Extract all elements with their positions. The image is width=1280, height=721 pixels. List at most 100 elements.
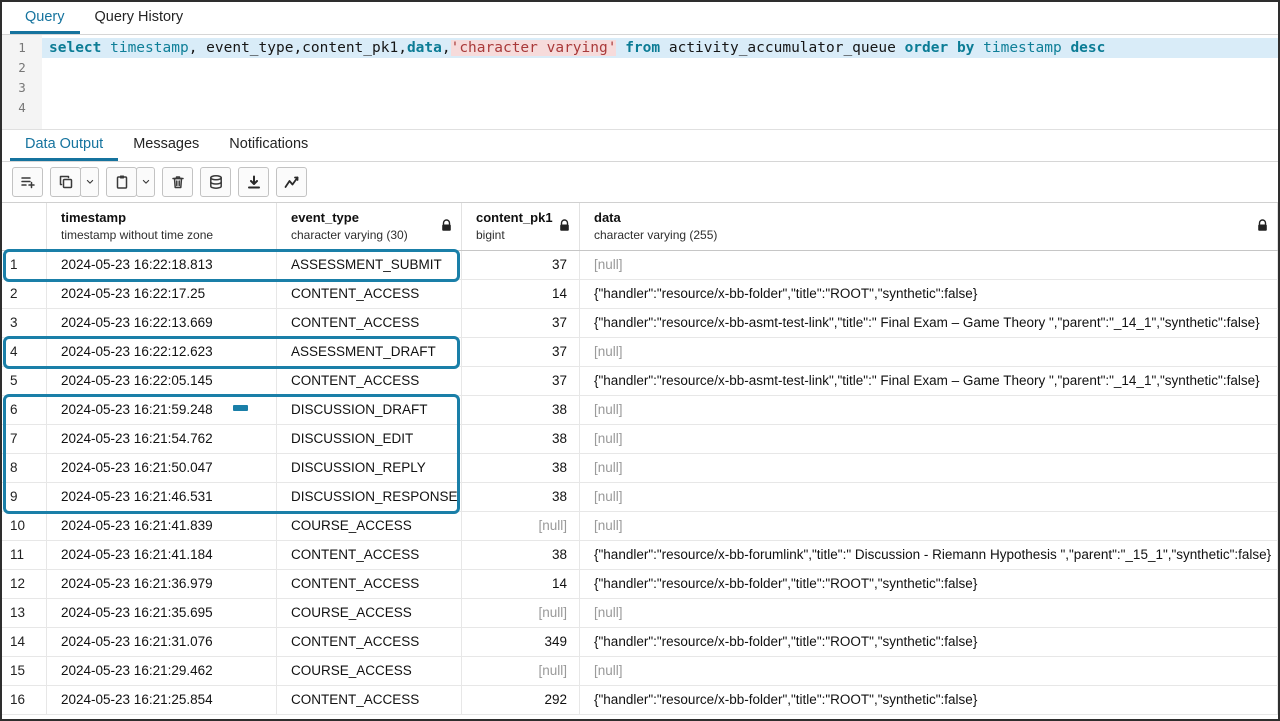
paste-button[interactable] — [106, 167, 137, 197]
tab-query[interactable]: Query — [10, 2, 80, 34]
data-cell[interactable]: [null] — [580, 338, 1278, 366]
row-number-cell[interactable]: 8 — [2, 454, 47, 482]
data-cell[interactable]: [null] — [580, 657, 1278, 685]
copy-button[interactable] — [50, 167, 81, 197]
content-pk1-cell[interactable]: 37 — [462, 251, 580, 279]
copy-options-button[interactable] — [80, 167, 99, 197]
content-pk1-cell[interactable]: [null] — [462, 657, 580, 685]
timestamp-cell[interactable]: 2024-05-23 16:21:59.248 — [47, 396, 277, 424]
sql-line-2[interactable] — [42, 58, 1278, 78]
paste-options-button[interactable] — [136, 167, 155, 197]
data-cell[interactable]: [null] — [580, 483, 1278, 511]
content-pk1-cell[interactable]: 14 — [462, 280, 580, 308]
editor-code[interactable]: select timestamp, event_type,content_pk1… — [42, 35, 1278, 129]
content-pk1-cell[interactable]: 38 — [462, 541, 580, 569]
timestamp-cell[interactable]: 2024-05-23 16:22:17.25 — [47, 280, 277, 308]
row-number-cell[interactable]: 14 — [2, 628, 47, 656]
timestamp-cell[interactable]: 2024-05-23 16:21:29.462 — [47, 657, 277, 685]
content-pk1-cell[interactable]: 38 — [462, 425, 580, 453]
timestamp-cell[interactable]: 2024-05-23 16:21:35.695 — [47, 599, 277, 627]
timestamp-cell[interactable]: 2024-05-23 16:22:18.813 — [47, 251, 277, 279]
graph-visualiser-button[interactable] — [276, 167, 307, 197]
add-row-button[interactable] — [12, 167, 43, 197]
timestamp-cell[interactable]: 2024-05-23 16:21:54.762 — [47, 425, 277, 453]
tab-notifications[interactable]: Notifications — [214, 130, 323, 161]
event-type-cell[interactable]: CONTENT_ACCESS — [277, 570, 462, 598]
download-button[interactable] — [238, 167, 269, 197]
column-header-timestamp[interactable]: timestamptimestamp without time zone — [47, 203, 277, 250]
content-pk1-cell[interactable]: 38 — [462, 396, 580, 424]
data-cell[interactable]: {"handler":"resource/x-bb-folder","title… — [580, 686, 1278, 714]
tab-data-output[interactable]: Data Output — [10, 130, 118, 161]
timestamp-cell[interactable]: 2024-05-23 16:21:41.184 — [47, 541, 277, 569]
tab-messages[interactable]: Messages — [118, 130, 214, 161]
event-type-cell[interactable]: ASSESSMENT_DRAFT — [277, 338, 462, 366]
row-number-cell[interactable]: 15 — [2, 657, 47, 685]
column-header-data[interactable]: datacharacter varying (255) — [580, 203, 1278, 250]
row-number-cell[interactable]: 12 — [2, 570, 47, 598]
event-type-cell[interactable]: DISCUSSION_EDIT — [277, 425, 462, 453]
content-pk1-cell[interactable]: 14 — [462, 570, 580, 598]
event-type-cell[interactable]: CONTENT_ACCESS — [277, 280, 462, 308]
content-pk1-cell[interactable]: 292 — [462, 686, 580, 714]
content-pk1-cell[interactable]: [null] — [462, 512, 580, 540]
row-number-cell[interactable]: 7 — [2, 425, 47, 453]
event-type-cell[interactable]: COURSE_ACCESS — [277, 599, 462, 627]
row-number-cell[interactable]: 13 — [2, 599, 47, 627]
timestamp-cell[interactable]: 2024-05-23 16:22:12.623 — [47, 338, 277, 366]
data-cell[interactable]: {"handler":"resource/x-bb-asmt-test-link… — [580, 367, 1278, 395]
data-cell[interactable]: [null] — [580, 512, 1278, 540]
timestamp-cell[interactable]: 2024-05-23 16:21:25.854 — [47, 686, 277, 714]
row-number-cell[interactable]: 9 — [2, 483, 47, 511]
content-pk1-cell[interactable]: 37 — [462, 309, 580, 337]
data-cell[interactable]: [null] — [580, 396, 1278, 424]
event-type-cell[interactable]: ASSESSMENT_SUBMIT — [277, 251, 462, 279]
event-type-cell[interactable]: COURSE_ACCESS — [277, 657, 462, 685]
data-cell[interactable]: [null] — [580, 454, 1278, 482]
column-header-event_type[interactable]: event_typecharacter varying (30) — [277, 203, 462, 250]
timestamp-cell[interactable]: 2024-05-23 16:21:31.076 — [47, 628, 277, 656]
data-cell[interactable]: {"handler":"resource/x-bb-folder","title… — [580, 280, 1278, 308]
event-type-cell[interactable]: CONTENT_ACCESS — [277, 686, 462, 714]
row-number-cell[interactable]: 6 — [2, 396, 47, 424]
row-number-cell[interactable]: 16 — [2, 686, 47, 714]
timestamp-cell[interactable]: 2024-05-23 16:21:41.839 — [47, 512, 277, 540]
content-pk1-cell[interactable]: 38 — [462, 454, 580, 482]
content-pk1-cell[interactable]: 349 — [462, 628, 580, 656]
row-number-cell[interactable]: 11 — [2, 541, 47, 569]
event-type-cell[interactable]: DISCUSSION_RESPONSE — [277, 483, 462, 511]
content-pk1-cell[interactable]: 37 — [462, 367, 580, 395]
data-cell[interactable]: [null] — [580, 251, 1278, 279]
row-number-cell[interactable]: 3 — [2, 309, 47, 337]
delete-button[interactable] — [162, 167, 193, 197]
sql-line-1[interactable]: select timestamp, event_type,content_pk1… — [42, 38, 1278, 58]
tab-query-history[interactable]: Query History — [80, 2, 199, 34]
timestamp-cell[interactable]: 2024-05-23 16:22:05.145 — [47, 367, 277, 395]
data-cell[interactable]: [null] — [580, 599, 1278, 627]
event-type-cell[interactable]: CONTENT_ACCESS — [277, 309, 462, 337]
event-type-cell[interactable]: COURSE_ACCESS — [277, 512, 462, 540]
row-number-cell[interactable]: 4 — [2, 338, 47, 366]
row-number-cell[interactable]: 1 — [2, 251, 47, 279]
data-cell[interactable]: {"handler":"resource/x-bb-folder","title… — [580, 628, 1278, 656]
event-type-cell[interactable]: DISCUSSION_DRAFT — [277, 396, 462, 424]
column-header-content_pk1[interactable]: content_pk1bigint — [462, 203, 580, 250]
sql-line-3[interactable] — [42, 78, 1278, 98]
timestamp-cell[interactable]: 2024-05-23 16:21:50.047 — [47, 454, 277, 482]
timestamp-cell[interactable]: 2024-05-23 16:21:36.979 — [47, 570, 277, 598]
event-type-cell[interactable]: CONTENT_ACCESS — [277, 541, 462, 569]
event-type-cell[interactable]: DISCUSSION_REPLY — [277, 454, 462, 482]
row-number-cell[interactable]: 5 — [2, 367, 47, 395]
content-pk1-cell[interactable]: 37 — [462, 338, 580, 366]
sql-line-4[interactable] — [42, 98, 1278, 118]
timestamp-cell[interactable]: 2024-05-23 16:21:46.531 — [47, 483, 277, 511]
data-cell[interactable]: [null] — [580, 425, 1278, 453]
save-data-changes-button[interactable] — [200, 167, 231, 197]
timestamp-cell[interactable]: 2024-05-23 16:22:13.669 — [47, 309, 277, 337]
event-type-cell[interactable]: CONTENT_ACCESS — [277, 628, 462, 656]
row-number-cell[interactable]: 10 — [2, 512, 47, 540]
sql-editor[interactable]: 1234 select timestamp, event_type,conten… — [2, 35, 1278, 129]
event-type-cell[interactable]: CONTENT_ACCESS — [277, 367, 462, 395]
row-number-cell[interactable]: 2 — [2, 280, 47, 308]
data-cell[interactable]: {"handler":"resource/x-bb-folder","title… — [580, 570, 1278, 598]
